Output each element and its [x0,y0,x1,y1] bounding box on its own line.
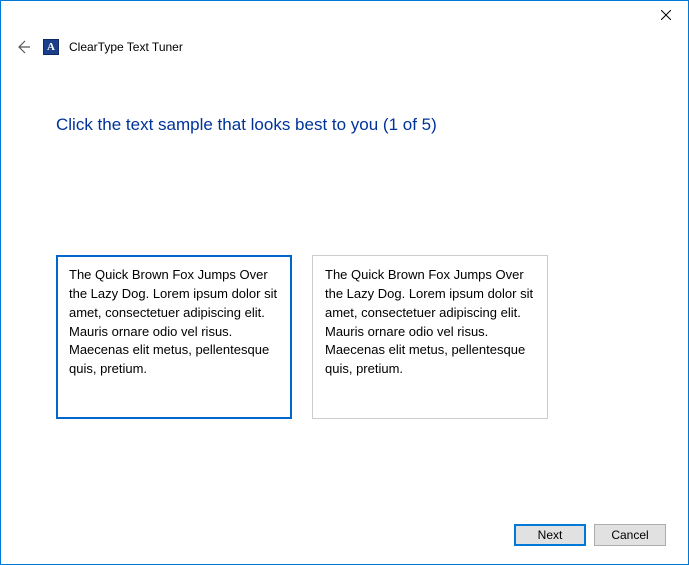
close-button[interactable] [643,1,688,29]
sample-text: The Quick Brown Fox Jumps Over the Lazy … [325,267,533,376]
next-button[interactable]: Next [514,524,586,546]
sample-row: The Quick Brown Fox Jumps Over the Lazy … [56,255,633,419]
back-arrow-icon [15,39,31,55]
close-icon [661,10,671,20]
text-sample-1[interactable]: The Quick Brown Fox Jumps Over the Lazy … [56,255,292,419]
content-area: Click the text sample that looks best to… [1,115,688,419]
app-title: ClearType Text Tuner [69,40,183,54]
app-icon-letter: A [47,41,55,53]
titlebar [1,1,688,33]
cancel-button[interactable]: Cancel [594,524,666,546]
sample-text: The Quick Brown Fox Jumps Over the Lazy … [69,267,277,376]
page-heading: Click the text sample that looks best to… [56,115,633,135]
text-sample-2[interactable]: The Quick Brown Fox Jumps Over the Lazy … [312,255,548,419]
back-button[interactable] [13,37,33,57]
footer-buttons: Next Cancel [514,524,666,546]
app-icon: A [43,39,59,55]
header-row: A ClearType Text Tuner [1,33,688,57]
